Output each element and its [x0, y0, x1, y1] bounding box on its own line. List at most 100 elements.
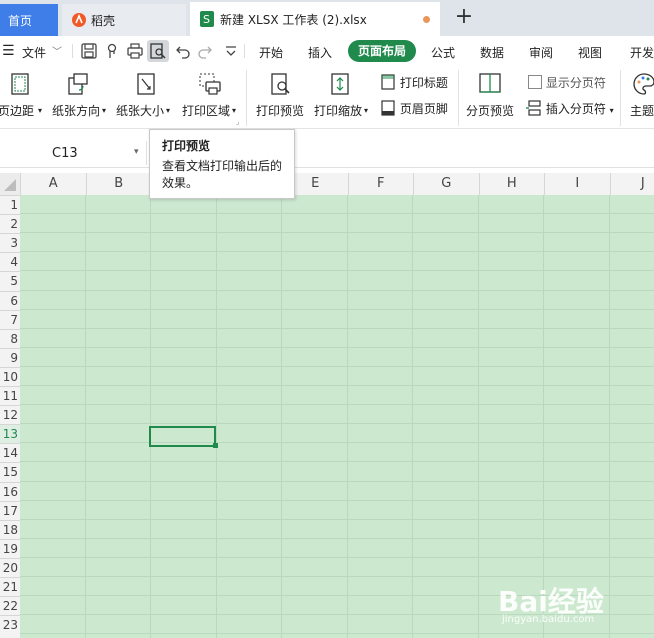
baidu-jingyan-watermark: Bai经验 jingyan.baidu.com	[498, 572, 648, 632]
insert-page-break-icon	[526, 100, 541, 116]
name-box-dropdown-icon[interactable]: ▾	[134, 147, 139, 157]
grid-row-line	[20, 556, 654, 558]
grid-row-line	[20, 213, 654, 215]
file-menu[interactable]: 文件	[22, 44, 46, 61]
menu-item-insert[interactable]: 插入	[308, 44, 332, 61]
menu-item-review[interactable]: 审阅	[529, 44, 553, 61]
tab-daoke[interactable]: 稻壳	[62, 4, 186, 36]
row-header[interactable]: 6	[0, 290, 20, 310]
tab-home[interactable]: 首页	[0, 4, 58, 36]
column-header[interactable]: G	[413, 173, 479, 195]
column-header[interactable]: F	[347, 173, 414, 195]
column-header[interactable]: A	[20, 173, 86, 195]
print-scale-icon	[331, 73, 349, 95]
print-preview-quick-button[interactable]	[147, 40, 169, 62]
grid-column-line	[412, 195, 413, 638]
print-area-button[interactable]: 打印区域 ▾ ⌟	[180, 66, 242, 128]
row-header-column: 1 2 3 4 5 6 7 8 9 10 11 12 13 14 15 16 17 18 19 20 21 22 23	[0, 195, 21, 638]
column-header[interactable]: I	[544, 173, 610, 195]
customize-quickaccess-icon[interactable]	[222, 42, 240, 60]
grid-row-line	[20, 404, 654, 406]
row-header[interactable]: 13	[0, 424, 20, 444]
grid-column-line	[215, 195, 217, 638]
row-header[interactable]: 18	[0, 519, 20, 539]
unsaved-dot-icon	[423, 16, 430, 23]
name-box[interactable]: C13 ▾	[0, 141, 147, 165]
ribbon: 页边距 ▾ 纸张方向 ▾ 纸张大小 ▾ 打印区域 ▾ ⌟ 打印预览 打印缩放 ▾…	[0, 66, 654, 129]
margins-dropdown-icon: ▾	[38, 106, 43, 115]
grid-column-line	[84, 195, 86, 638]
watermark-subtext: jingyan.baidu.com	[502, 614, 595, 625]
row-header[interactable]: 17	[0, 500, 20, 520]
row-header[interactable]: 19	[0, 538, 20, 558]
row-header[interactable]: 7	[0, 309, 20, 329]
row-header[interactable]: 2	[0, 214, 20, 233]
menu-item-view[interactable]: 视图	[578, 44, 602, 61]
paper-size-button[interactable]: 纸张大小 ▾	[116, 66, 178, 128]
menu-item-page-layout[interactable]: 页面布局	[348, 40, 416, 62]
row-header[interactable]: 8	[0, 328, 20, 348]
print-preview-button[interactable]: 打印预览	[252, 66, 308, 128]
column-header[interactable]: H	[478, 173, 545, 195]
theme-button[interactable]: 主题	[626, 66, 654, 128]
insert-page-break-button[interactable]: 插入分页符 ▾	[526, 100, 614, 117]
dialog-launcher-icon[interactable]: ⌟	[236, 118, 239, 126]
header-footer-button[interactable]: 页眉页脚	[380, 100, 448, 117]
row-header[interactable]: 22	[0, 596, 20, 615]
menu-item-developer[interactable]: 开发	[630, 44, 654, 61]
row-header[interactable]: 21	[0, 577, 20, 596]
show-page-breaks-label: 显示分页符	[545, 76, 606, 90]
row-header[interactable]: 10	[0, 366, 20, 386]
tab-bar: 首页 稻壳 S 新建 XLSX 工作表 (2).xlsx +	[0, 0, 654, 36]
print-preview-icon	[150, 43, 166, 59]
hamburger-icon[interactable]: ☰	[2, 43, 15, 59]
format-painter-icon[interactable]	[104, 42, 122, 60]
row-header[interactable]: 4	[0, 252, 20, 271]
grid-column-line	[150, 195, 151, 638]
spreadsheet-icon: S	[200, 11, 214, 27]
row-header[interactable]: 16	[0, 481, 20, 501]
active-cell[interactable]	[149, 426, 216, 447]
orientation-button[interactable]: 纸张方向 ▾	[50, 66, 112, 128]
tab-workbook[interactable]: S 新建 XLSX 工作表 (2).xlsx	[190, 2, 440, 36]
undo-icon[interactable]	[174, 42, 192, 60]
print-area-label: 打印区域	[182, 104, 231, 118]
margins-button[interactable]: 页边距 ▾	[0, 66, 46, 128]
row-header[interactable]: 23	[0, 615, 20, 634]
formula-bar: C13 ▾	[0, 141, 654, 168]
print-area-dropdown-icon: ▾	[232, 106, 237, 115]
print-icon[interactable]	[126, 42, 144, 60]
tab-home-label: 首页	[8, 13, 33, 28]
ribbon-divider	[458, 70, 459, 126]
column-header[interactable]: B	[85, 173, 152, 195]
file-menu-chevron-icon[interactable]: ﹀	[52, 43, 62, 58]
row-header[interactable]: 20	[0, 557, 20, 577]
row-header[interactable]: 5	[0, 271, 20, 290]
grid-row-line	[20, 423, 654, 425]
print-scale-button[interactable]: 打印缩放 ▾	[310, 66, 372, 128]
menu-item-home[interactable]: 开始	[259, 44, 283, 61]
print-titles-button[interactable]: 打印标题	[380, 74, 448, 91]
grid-column-line	[281, 195, 282, 638]
show-page-breaks-checkbox[interactable]: 显示分页符	[528, 74, 606, 91]
menu-item-formulas[interactable]: 公式	[431, 44, 455, 61]
save-icon[interactable]	[80, 42, 98, 60]
menu-item-data[interactable]: 数据	[480, 44, 504, 61]
select-all-corner[interactable]	[0, 173, 20, 195]
print-area-icon	[199, 73, 221, 95]
row-header[interactable]: 12	[0, 405, 20, 424]
print-preview-label: 打印预览	[256, 104, 305, 118]
row-header[interactable]: 9	[0, 347, 20, 367]
divider	[244, 44, 245, 58]
row-header[interactable]: 11	[0, 386, 20, 405]
print-preview-icon	[271, 73, 290, 95]
column-header[interactable]: J	[609, 173, 654, 195]
redo-icon[interactable]	[196, 42, 214, 60]
row-header[interactable]: 1	[0, 195, 20, 214]
row-header[interactable]: 3	[0, 233, 20, 252]
row-header[interactable]: 14	[0, 443, 20, 462]
add-tab-button[interactable]: +	[452, 6, 476, 30]
page-break-preview-button[interactable]: 分页预览	[462, 66, 518, 128]
row-header[interactable]: 15	[0, 462, 20, 481]
fill-handle[interactable]	[213, 443, 218, 448]
